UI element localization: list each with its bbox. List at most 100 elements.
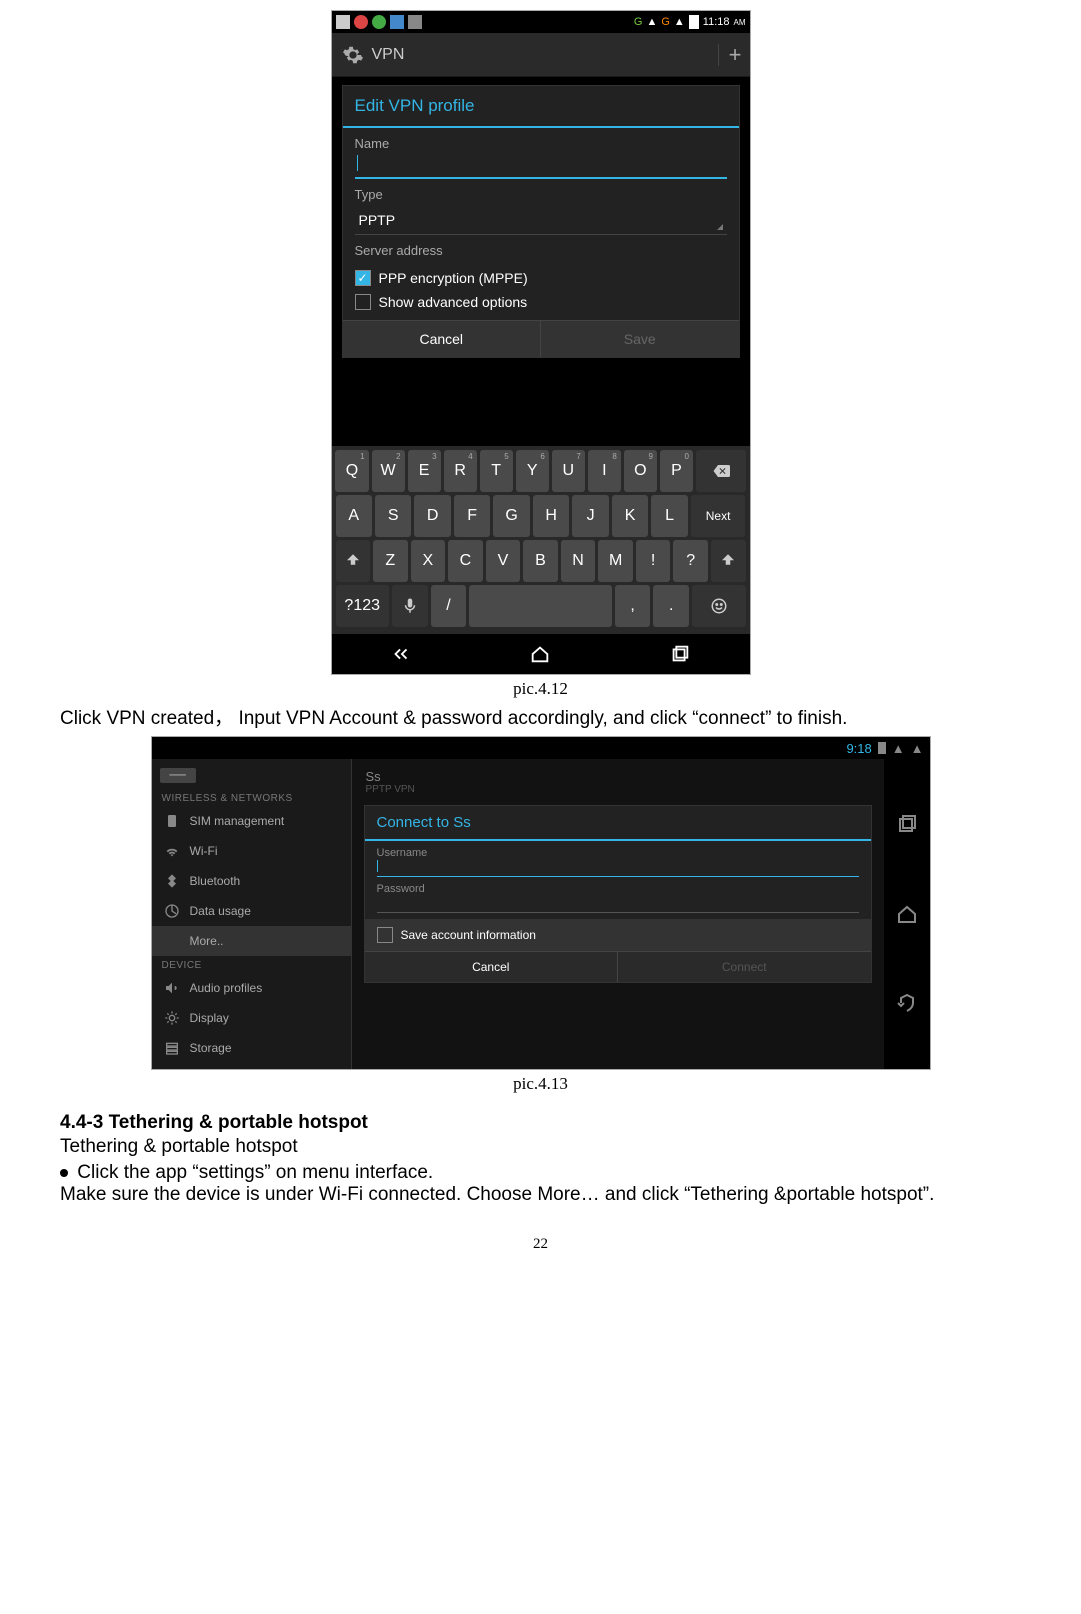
sidebar-item[interactable]: More..: [152, 926, 351, 956]
sidebar-item[interactable]: SIM management: [152, 806, 351, 836]
sidebar-icon: [164, 1040, 180, 1056]
status-notif-icon: [354, 15, 368, 29]
section-subheading: Tethering & portable hotspot: [60, 1136, 1021, 1158]
key-v[interactable]: V: [486, 540, 521, 582]
key-?[interactable]: ?: [673, 540, 708, 582]
key-next[interactable]: Next: [691, 495, 746, 537]
nav-home-icon[interactable]: [895, 902, 919, 926]
key-q[interactable]: Q1: [335, 450, 368, 492]
sidebar-item[interactable]: Audio profiles: [152, 973, 351, 1003]
key-space[interactable]: [469, 585, 612, 627]
document-page: G ▲ G ▲ 11:18 AM VPN + Edit VPN profile …: [0, 10, 1081, 1253]
vpn-list-item[interactable]: Ss PPTP VPN: [352, 759, 884, 805]
nav-bar: [332, 634, 750, 674]
key-h[interactable]: H: [533, 495, 569, 537]
key-shift[interactable]: [711, 540, 746, 582]
sidebar-label: Wi-Fi: [190, 844, 218, 858]
sidebar-label: Data usage: [190, 904, 251, 918]
username-input[interactable]: [377, 859, 859, 877]
status-bar: G ▲ G ▲ 11:18 AM: [332, 11, 750, 33]
sidebar-item[interactable]: Data usage: [152, 896, 351, 926]
key-z[interactable]: Z: [373, 540, 408, 582]
nav-recent-icon[interactable]: [667, 643, 693, 665]
nav-recent-icon[interactable]: [895, 812, 919, 836]
key-j[interactable]: J: [572, 495, 608, 537]
key-emoji[interactable]: [692, 585, 745, 627]
key-o[interactable]: O9: [624, 450, 657, 492]
key-period[interactable]: .: [653, 585, 689, 627]
status-time: 9:18: [846, 741, 871, 756]
status-ampm: AM: [734, 18, 746, 27]
status-bar: 9:18 ▲ ▲: [152, 737, 930, 759]
tablet-nav-bar: [884, 759, 930, 1069]
type-dropdown[interactable]: PPTP: [355, 206, 727, 235]
key-t[interactable]: T5: [480, 450, 513, 492]
key-backspace[interactable]: [696, 450, 746, 492]
cancel-button[interactable]: Cancel: [343, 320, 542, 357]
key-e[interactable]: E3: [408, 450, 441, 492]
battery-icon: [689, 15, 699, 29]
key-n[interactable]: N: [561, 540, 596, 582]
vpn-type: PPTP VPN: [366, 784, 870, 795]
key-symbols[interactable]: ?123: [336, 585, 389, 627]
save-account-checkbox[interactable]: Save account information: [365, 919, 871, 951]
sidebar-category: DEVICE: [152, 956, 351, 973]
key-![interactable]: !: [636, 540, 671, 582]
key-comma[interactable]: ,: [615, 585, 651, 627]
sidebar-item[interactable]: Storage: [152, 1033, 351, 1063]
key-w[interactable]: W2: [372, 450, 405, 492]
key-i[interactable]: I8: [588, 450, 621, 492]
cancel-button[interactable]: Cancel: [365, 951, 619, 982]
key-f[interactable]: F: [454, 495, 490, 537]
advanced-options-checkbox[interactable]: Show advanced options: [343, 290, 739, 314]
nav-back-icon[interactable]: [388, 643, 414, 665]
password-input[interactable]: [377, 895, 859, 913]
sidebar-item[interactable]: Wi-Fi: [152, 836, 351, 866]
key-mic[interactable]: [392, 585, 428, 627]
add-vpn-button[interactable]: +: [718, 44, 740, 66]
connect-button[interactable]: Connect: [618, 951, 871, 982]
figure-caption: pic.4.12: [30, 679, 1051, 699]
save-button[interactable]: Save: [541, 320, 739, 357]
paragraph: Make sure the device is under Wi-Fi conn…: [60, 1184, 1021, 1206]
sidebar-label: Display: [190, 1011, 229, 1025]
status-notif-icon: [372, 15, 386, 29]
checkbox-checked-icon: ✓: [355, 270, 371, 286]
key-d[interactable]: D: [414, 495, 450, 537]
edit-vpn-dialog: Edit VPN profile Name Type PPTP Server a…: [342, 85, 740, 358]
key-u[interactable]: U7: [552, 450, 585, 492]
key-m[interactable]: M: [598, 540, 633, 582]
key-g[interactable]: G: [493, 495, 529, 537]
nav-home-icon[interactable]: [527, 643, 553, 665]
sidebar-icon: [164, 813, 180, 829]
key-p[interactable]: P0: [660, 450, 693, 492]
key-shift[interactable]: [336, 540, 371, 582]
nav-back-icon[interactable]: [895, 992, 919, 1016]
key-l[interactable]: L: [651, 495, 687, 537]
sidebar-icon: [164, 933, 180, 949]
key-a[interactable]: A: [336, 495, 372, 537]
signal-icon: ▲: [674, 16, 685, 28]
key-x[interactable]: X: [411, 540, 446, 582]
settings-gear-icon: [342, 44, 364, 66]
key-slash[interactable]: /: [431, 585, 467, 627]
key-c[interactable]: C: [448, 540, 483, 582]
sidebar-icon: [164, 1010, 180, 1026]
sidebar-icon: [164, 980, 180, 996]
key-s[interactable]: S: [375, 495, 411, 537]
name-input[interactable]: [355, 155, 727, 179]
save-account-label: Save account information: [401, 928, 536, 942]
sidebar-item[interactable]: Display: [152, 1003, 351, 1033]
key-k[interactable]: K: [612, 495, 648, 537]
type-label: Type: [355, 187, 727, 202]
sidebar-label: Storage: [190, 1041, 232, 1055]
key-r[interactable]: R4: [444, 450, 477, 492]
key-y[interactable]: Y6: [516, 450, 549, 492]
screenshot-connect-vpn: 9:18 ▲ ▲ ━━━ WIRELESS & NETWORKS SIM man…: [151, 736, 931, 1070]
sidebar-item[interactable]: Bluetooth: [152, 866, 351, 896]
sidebar-label: Audio profiles: [190, 981, 263, 995]
sidebar-icon: [164, 843, 180, 859]
key-b[interactable]: B: [523, 540, 558, 582]
ppp-encryption-checkbox[interactable]: ✓ PPP encryption (MPPE): [343, 266, 739, 290]
dialog-title: Connect to Ss: [365, 806, 871, 841]
